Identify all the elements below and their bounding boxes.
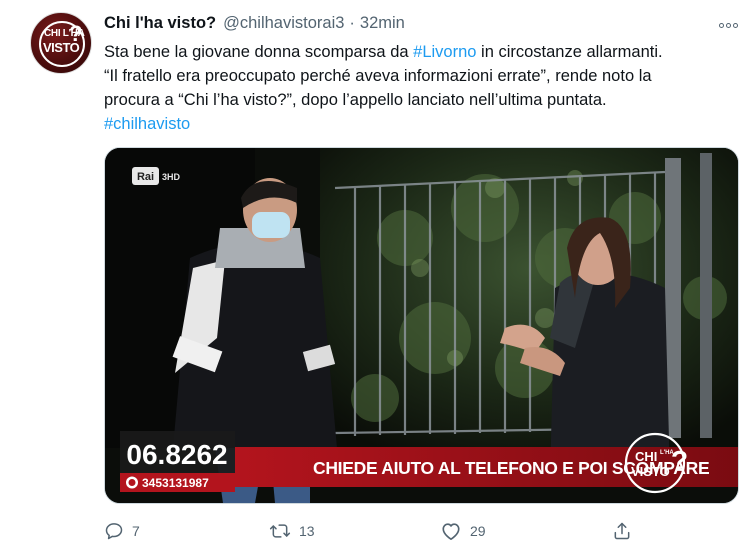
separator: · [349, 14, 355, 32]
share-button[interactable] [612, 516, 632, 546]
more-icon[interactable] [716, 14, 740, 36]
reply-icon [105, 523, 123, 540]
svg-text:CHI: CHI [635, 449, 657, 464]
tweet-actions: 7 13 29 [104, 516, 634, 546]
reply-button[interactable]: 7 [104, 516, 140, 546]
rai-logo-text: Rai [137, 171, 154, 183]
like-count: 29 [470, 523, 486, 539]
share-icon [614, 522, 630, 540]
retweet-button[interactable]: 13 [269, 516, 315, 546]
like-button[interactable]: 29 [440, 516, 486, 546]
whatsapp-number: 3453131987 [142, 476, 209, 490]
user-handle[interactable]: @chilhavistorai3 [223, 14, 344, 33]
timestamp[interactable]: 32min [360, 14, 405, 33]
tweet-header: Chi l'ha visto? @chilhavistorai3 · 32min [104, 14, 405, 36]
tweet[interactable]: CHI L'HA VISTO ? Chi l'ha visto? @chilha… [0, 0, 755, 559]
svg-text:?: ? [671, 445, 688, 476]
retweet-icon [269, 524, 291, 538]
hashtag-livorno[interactable]: #Livorno [413, 43, 476, 61]
tweet-text-line: Sta bene la giovane donna scomparsa da #… [104, 43, 663, 61]
video-frame: Rai 3HD 06.8262 3453131987 CHIEDE AIUTO … [105, 148, 738, 503]
avatar[interactable]: CHI L'HA VISTO ? [30, 12, 92, 74]
phone-number: 06.8262 [126, 439, 227, 470]
tweet-text-line: “Il fratello era preoccupato perché avev… [104, 67, 652, 85]
tweet-media[interactable]: Rai 3HD 06.8262 3453131987 CHIEDE AIUTO … [104, 147, 739, 504]
svg-text:VISTO: VISTO [631, 464, 670, 479]
tweet-text-line: procura a “Chi l’ha visto?”, dopo l’appe… [104, 91, 607, 109]
heart-icon [442, 523, 460, 540]
reply-count: 7 [132, 523, 140, 539]
avatar-logo-mark: ? [69, 21, 83, 46]
retweet-count: 13 [299, 523, 315, 539]
tweet-text: Sta bene la giovane donna scomparsa da #… [104, 40, 749, 136]
display-name[interactable]: Chi l'ha visto? [104, 14, 216, 33]
hashtag-chilhavisto[interactable]: #chilhavisto [104, 115, 190, 133]
tweet-text-line: #chilhavisto [104, 112, 749, 136]
channel-number: 3HD [162, 172, 181, 182]
